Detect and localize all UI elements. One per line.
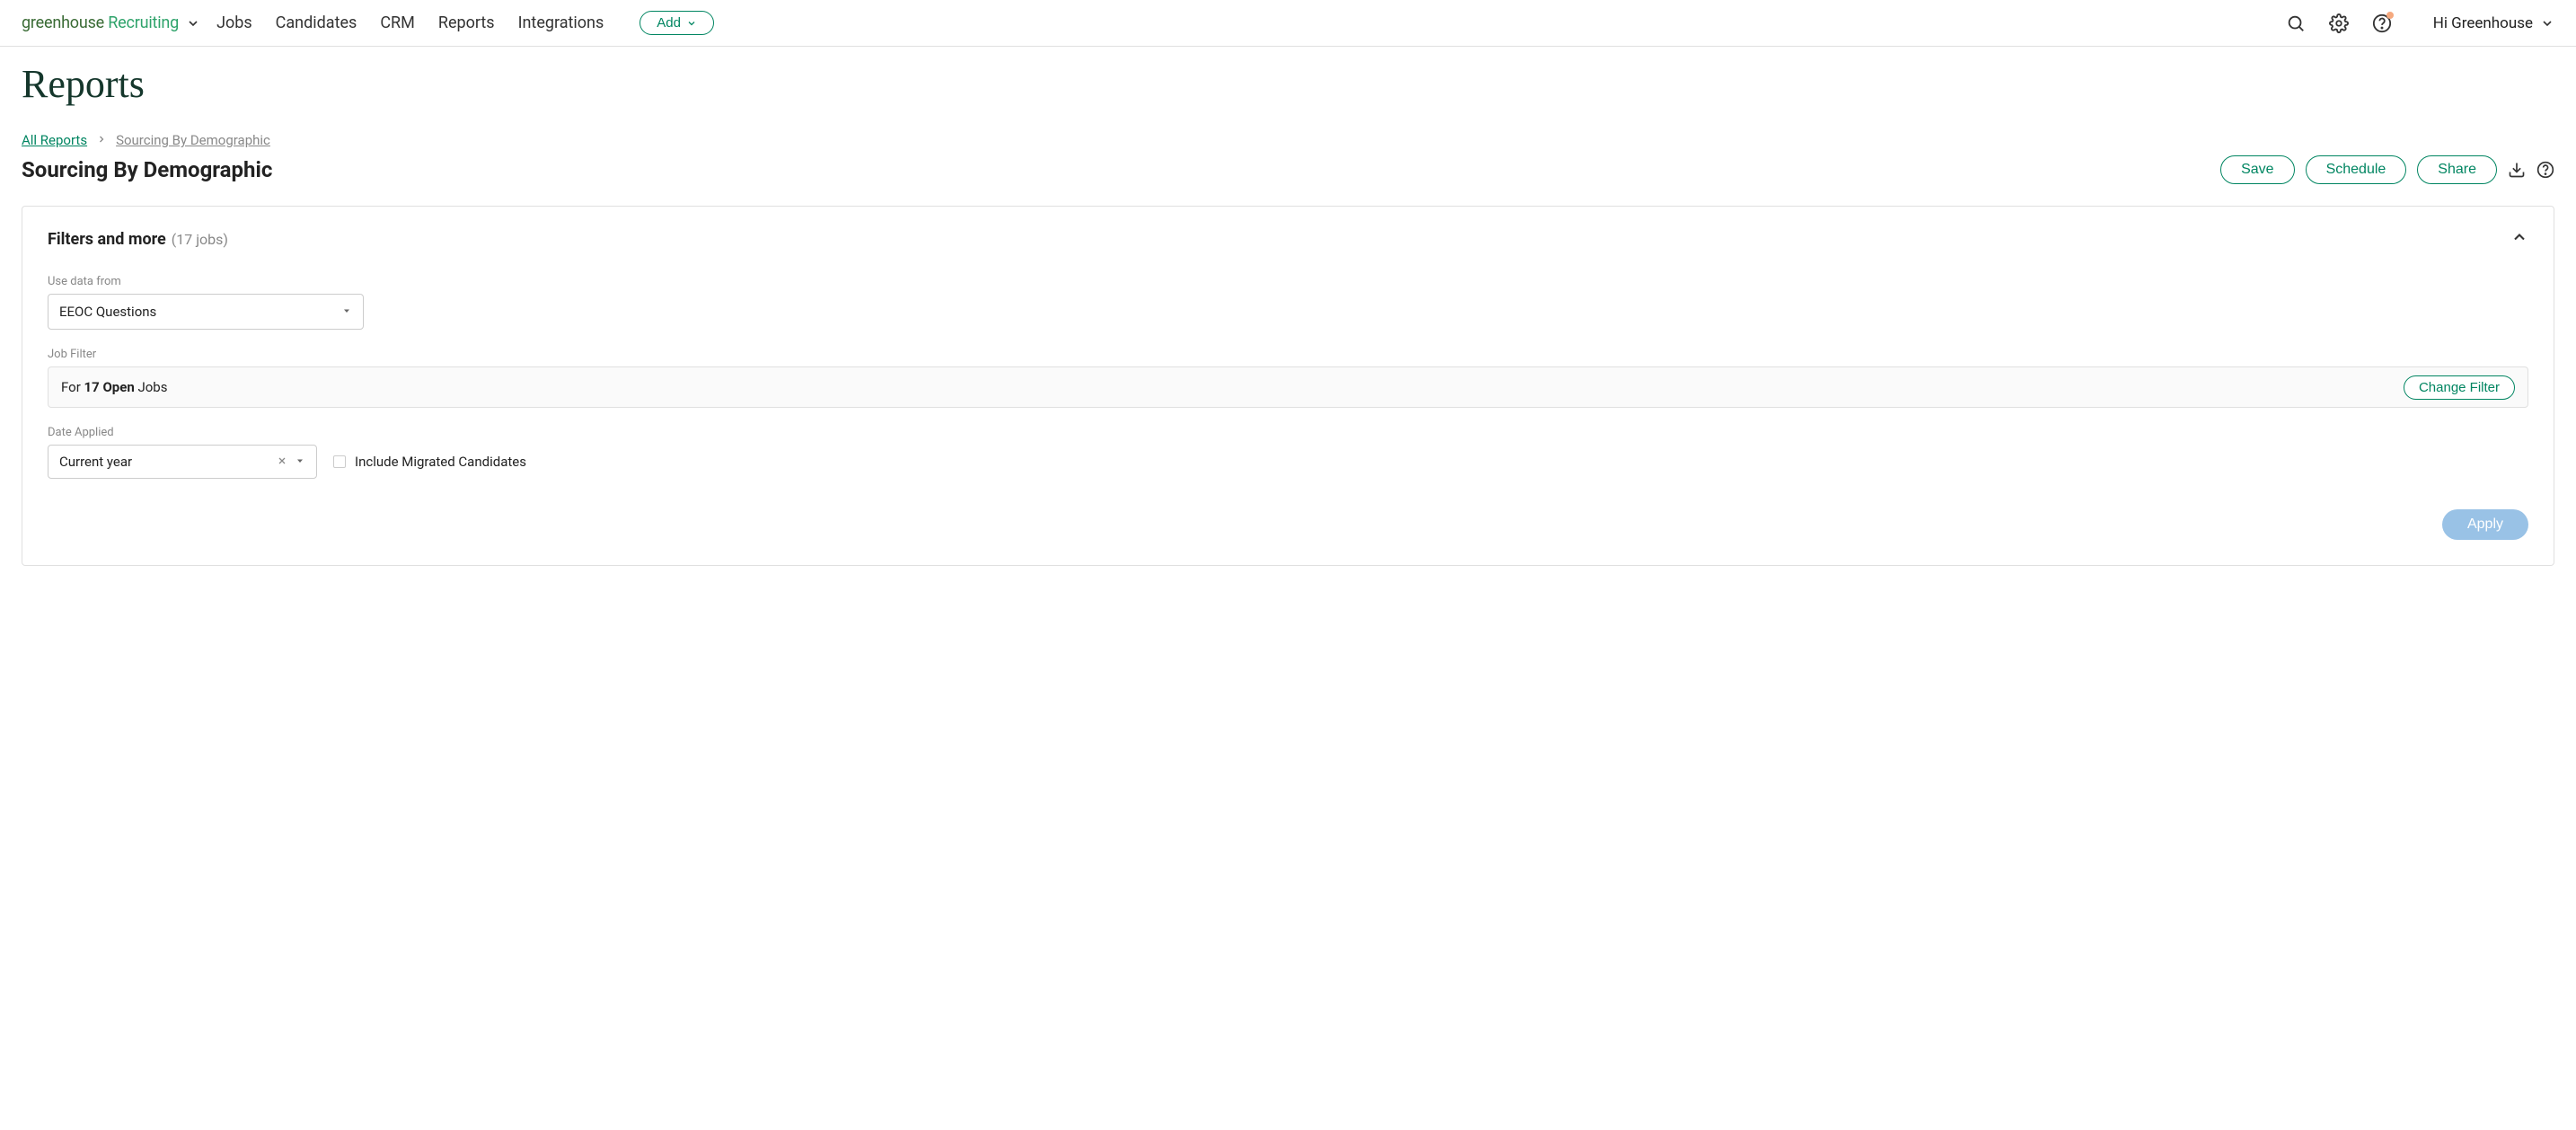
report-title: Sourcing By Demographic: [22, 157, 272, 182]
chevron-down-icon: [686, 18, 697, 29]
logo-primary: greenhouse: [22, 13, 104, 32]
job-filter-bold: 17 Open: [84, 379, 135, 395]
checkbox-box: [333, 455, 346, 468]
logo-dropdown[interactable]: [186, 16, 200, 31]
breadcrumb-root[interactable]: All Reports: [22, 132, 87, 148]
use-data-select[interactable]: EEOC Questions: [48, 294, 364, 330]
include-migrated-checkbox[interactable]: Include Migrated Candidates: [333, 454, 526, 470]
chevron-down-icon: [2540, 16, 2554, 31]
search-icon[interactable]: [2286, 13, 2306, 33]
change-filter-button[interactable]: Change Filter: [2404, 375, 2515, 400]
user-greeting: Hi Greenhouse: [2433, 14, 2533, 32]
user-menu[interactable]: Hi Greenhouse: [2433, 14, 2554, 32]
job-filter-label: Job Filter: [48, 348, 2528, 361]
report-header: Sourcing By Demographic Save Schedule Sh…: [22, 155, 2554, 184]
report-actions: Save Schedule Share: [2220, 155, 2554, 184]
apply-row: Apply: [48, 509, 2528, 540]
caret-down-icon: [295, 454, 305, 470]
date-applied-label: Date Applied: [48, 426, 2528, 439]
help-icon[interactable]: [2536, 161, 2554, 179]
notification-dot: [2386, 12, 2394, 19]
nav-candidates[interactable]: Candidates: [276, 13, 357, 32]
include-migrated-label: Include Migrated Candidates: [355, 454, 526, 470]
job-filter-suffix: Jobs: [135, 379, 168, 395]
add-label: Add: [657, 15, 681, 31]
save-button[interactable]: Save: [2220, 155, 2294, 184]
date-applied-select[interactable]: Current year: [48, 445, 317, 479]
job-filter-row: For 17 Open Jobs Change Filter: [48, 366, 2528, 408]
use-data-value: EEOC Questions: [59, 304, 156, 320]
apply-button[interactable]: Apply: [2442, 509, 2528, 540]
download-icon[interactable]: [2508, 161, 2526, 179]
job-filter-group: Job Filter For 17 Open Jobs Change Filte…: [48, 348, 2528, 408]
filters-title: Filters and more: [48, 230, 166, 249]
use-data-label: Use data from: [48, 275, 2528, 288]
nav-integrations[interactable]: Integrations: [518, 13, 604, 32]
page-title: Reports: [22, 61, 2554, 107]
collapse-icon[interactable]: [2510, 228, 2528, 250]
filters-panel: Filters and more (17 jobs) Use data from…: [22, 206, 2554, 566]
top-navigation: greenhouse Recruiting Jobs Candidates CR…: [0, 0, 2576, 47]
breadcrumb: All Reports Sourcing By Demographic: [22, 132, 2554, 148]
nav-reports[interactable]: Reports: [438, 13, 495, 32]
schedule-button[interactable]: Schedule: [2306, 155, 2407, 184]
nav-jobs[interactable]: Jobs: [216, 13, 252, 32]
caret-down-icon: [341, 304, 352, 320]
clear-icon[interactable]: [277, 454, 287, 470]
date-applied-group: Date Applied Current year Inclu: [48, 426, 2528, 479]
use-data-group: Use data from EEOC Questions: [48, 275, 2528, 330]
add-button[interactable]: Add: [640, 11, 714, 35]
gear-icon[interactable]: [2329, 13, 2349, 33]
breadcrumb-current[interactable]: Sourcing By Demographic: [116, 132, 270, 148]
share-button[interactable]: Share: [2417, 155, 2497, 184]
nav-links: Jobs Candidates CRM Reports Integrations: [216, 13, 604, 32]
filters-panel-header[interactable]: Filters and more (17 jobs): [48, 228, 2528, 250]
date-applied-value: Current year: [59, 454, 132, 470]
filters-count: (17 jobs): [172, 231, 228, 248]
top-right-icons: Hi Greenhouse: [2286, 13, 2554, 33]
job-filter-text: For 17 Open Jobs: [61, 379, 167, 395]
page-content: Reports All Reports Sourcing By Demograp…: [0, 47, 2576, 602]
chevron-right-icon: [96, 132, 107, 148]
logo[interactable]: greenhouse Recruiting: [22, 13, 179, 32]
nav-crm[interactable]: CRM: [380, 13, 415, 32]
date-row: Current year Include Migrated Candidates: [48, 445, 2528, 479]
job-filter-prefix: For: [61, 379, 84, 395]
help-icon[interactable]: [2372, 13, 2392, 33]
logo-secondary: Recruiting: [104, 13, 179, 32]
